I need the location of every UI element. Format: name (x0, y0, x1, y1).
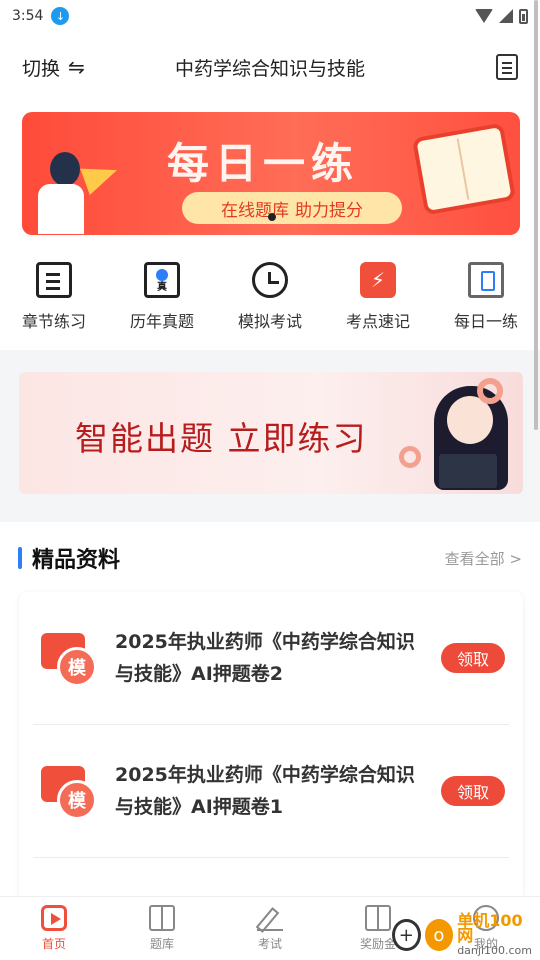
mock-glyph: 模 (57, 780, 97, 820)
decorative-ring (399, 446, 421, 468)
view-all-link[interactable]: 查看全部 > (445, 548, 522, 569)
wifi-icon (475, 9, 493, 23)
banner-tag-right: 助力提分 (295, 200, 363, 221)
category-label: 每日一练 (453, 312, 518, 331)
watermark-url: danji100.com (457, 943, 532, 957)
nav-home[interactable]: 首页 (0, 897, 108, 960)
watermark-text: 单机100网 danji100.com (457, 910, 532, 958)
switch-subject-button[interactable]: 切换 ⇋ (22, 54, 85, 81)
decorative-ring (477, 378, 503, 404)
clock-icon (252, 262, 288, 298)
notes-icon[interactable] (496, 54, 518, 80)
nav-question-bank[interactable]: 题库 (108, 897, 216, 960)
battery-icon (519, 8, 528, 24)
divider (33, 857, 509, 858)
signal-icon (499, 9, 513, 23)
banner-tag-left: 在线题库 (221, 200, 289, 221)
mock-paper-icon: 模 (39, 762, 97, 820)
materials-card: 模 2025年执业药师《中药学综合知识与技能》AI押题卷2 领取 模 2025年… (19, 592, 523, 902)
book-icon (149, 905, 175, 931)
status-icons (475, 8, 528, 24)
list-item[interactable]: 模 2025年执业药师《中药学综合知识与技能》AI押题卷1 领取 (19, 725, 523, 857)
category-label: 模拟考试 (237, 312, 302, 331)
nav-exam[interactable]: 考试 (216, 897, 324, 960)
past-exam-glyph: 真 (157, 282, 167, 293)
claim-button[interactable]: 领取 (441, 776, 505, 806)
category-grid: 章节练习 真 历年真题 模拟考试 ⚡ 考点速记 每日一练 (0, 262, 540, 342)
megaphone-icon (80, 157, 122, 195)
category-mock-exam[interactable]: 模拟考试 (216, 262, 324, 342)
status-bar: 3:54 ↓ (0, 0, 540, 32)
list-item[interactable]: 模 2025年执业药师《中药学综合知识与技能》AI押题卷2 领取 (19, 592, 523, 724)
past-exam-icon: 真 (144, 262, 180, 298)
claim-button[interactable]: 领取 (441, 643, 505, 673)
category-chapter-practice[interactable]: 章节练习 (0, 262, 108, 342)
category-label: 考点速记 (345, 312, 410, 331)
smart-practice-banner[interactable]: 智能出题 立即练习 (19, 372, 523, 494)
category-daily-practice[interactable]: 每日一练 (432, 262, 540, 342)
category-past-exams[interactable]: 真 历年真题 (108, 262, 216, 342)
flash-icon: ⚡ (360, 262, 396, 298)
category-key-points[interactable]: ⚡ 考点速记 (324, 262, 432, 342)
status-time: 3:54 (12, 8, 44, 24)
nav-label: 考试 (257, 937, 282, 951)
category-label: 历年真题 (129, 312, 194, 331)
nav-label: 首页 (41, 937, 66, 951)
banner-title: 每日一练 (167, 139, 360, 188)
materials-section-header: 精品资料 查看全部 > (0, 538, 540, 578)
material-title: 2025年执业药师《中药学综合知识与技能》AI押题卷1 (115, 764, 415, 818)
material-title: 2025年执业药师《中药学综合知识与技能》AI押题卷2 (115, 631, 415, 685)
scrollbar[interactable] (534, 0, 538, 430)
watermark-logo-icon: o (424, 919, 454, 951)
daily-icon (468, 262, 504, 298)
nav-label: 奖励金 (359, 937, 396, 951)
download-icon: ↓ (51, 7, 70, 25)
category-label: 章节练习 (21, 312, 86, 331)
daily-practice-banner[interactable]: 每日一练 在线题库 助力提分 (22, 112, 520, 235)
home-icon (41, 905, 67, 931)
section-title: 精品资料 (32, 548, 121, 573)
gift-icon (365, 905, 391, 931)
app-header: 切换 ⇋ 中药学综合知识与技能 (0, 40, 540, 94)
mock-glyph: 模 (57, 647, 97, 687)
promo-text: 智能出题 立即练习 (75, 419, 368, 458)
pen-icon (257, 905, 283, 931)
swap-arrows-icon: ⇋ (68, 55, 85, 79)
open-book-illustration (416, 127, 512, 211)
banner-tagline: 在线题库 助力提分 (182, 192, 402, 224)
person-body-illustration (38, 184, 84, 234)
watermark-plus-icon: + (392, 919, 421, 951)
nav-label: 题库 (149, 937, 174, 951)
laptop-illustration (439, 454, 497, 488)
switch-label: 切换 (22, 57, 61, 80)
chapter-icon (36, 262, 72, 298)
carousel-indicator (268, 213, 276, 221)
section-accent-bar (18, 547, 22, 569)
watermark-brand: 单机100网 (457, 910, 523, 945)
watermark: + o 单机100网 danji100.com (392, 910, 532, 958)
person-illustration (50, 152, 80, 186)
mock-paper-icon: 模 (39, 629, 97, 687)
